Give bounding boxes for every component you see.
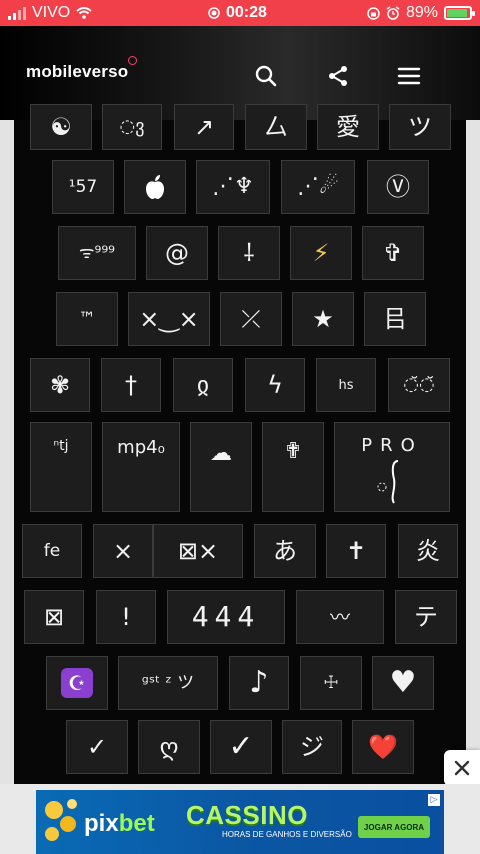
ad-brand-suffix: bet — [118, 810, 155, 837]
record-icon — [208, 7, 220, 19]
key-wing-eye[interactable]: 〰 — [296, 590, 384, 644]
close-icon — [454, 760, 470, 776]
key-yinyang[interactable]: ☯ — [30, 104, 92, 150]
status-left: VIVO — [8, 4, 92, 22]
key-hiragana-a[interactable]: あ — [254, 524, 316, 578]
right-margin — [466, 120, 480, 784]
carrier-name: VIVO — [32, 4, 71, 21]
key-box-x-2[interactable]: ⊠ — [24, 590, 84, 644]
key-pro-label: PRO — [361, 435, 423, 456]
logo-text: mobileverso — [26, 62, 129, 81]
key-katakana-te[interactable]: テ — [395, 590, 457, 644]
key-kanji-love[interactable]: 愛 — [317, 104, 379, 150]
clock: 00:28 — [226, 4, 267, 21]
lock-rotation-icon — [367, 6, 380, 20]
key-georgian-glyph[interactable]: ჲ — [173, 358, 233, 412]
battery-icon — [444, 6, 475, 20]
key-mp40[interactable]: mp4₀ — [102, 422, 180, 512]
key-swirl-2[interactable]: ⋰☄ — [281, 160, 355, 214]
ad-banner-area: pixbet CASSINO HORAS DE GANHOS E DIVERSÃ… — [0, 784, 480, 854]
share-icon[interactable] — [325, 63, 351, 89]
battery-percent: 89% — [405, 4, 438, 21]
key-sparkle-cross[interactable]: ⸸ — [218, 226, 280, 280]
key-exclaim[interactable]: ! — [96, 590, 156, 644]
left-margin — [0, 120, 14, 784]
wifi-icon — [76, 7, 92, 19]
key-444[interactable]: 444 — [167, 590, 285, 644]
key-ntj[interactable]: ⁿtj — [30, 422, 92, 512]
key-wifi-999[interactable]: ᯤ⁹⁹⁹ — [58, 226, 136, 280]
key-kanji-sho[interactable]: 㠯 — [364, 292, 426, 346]
key-at[interactable]: @ — [146, 226, 208, 280]
key-157[interactable]: ¹57 — [52, 160, 114, 214]
key-cross-small[interactable]: ✝ — [326, 524, 386, 578]
star-crescent-badge: ☪ — [61, 668, 93, 698]
ad-brand-prefix: pix — [84, 810, 119, 837]
key-star-crescent[interactable]: ☪ — [46, 656, 108, 710]
key-heart-glyph[interactable]: ღ — [138, 720, 200, 774]
apple-icon — [146, 175, 164, 199]
key-flower[interactable]: ✾ — [30, 358, 90, 412]
key-arrow-glyph[interactable]: ↗ — [174, 104, 234, 150]
ad-title: CASSINO — [186, 800, 308, 830]
key-latin-cross-1[interactable]: ✞ — [362, 226, 424, 280]
key-check-x[interactable]: ⤫ — [220, 292, 282, 346]
key-dagger[interactable]: † — [101, 358, 161, 412]
logo-mark-icon — [128, 56, 138, 65]
key-circle-glyph[interactable]: ◌ვ — [102, 104, 162, 150]
ad-cta-button[interactable]: JOGAR AGORA — [358, 816, 430, 838]
key-heart-white[interactable]: ♥ — [372, 656, 434, 710]
search-icon[interactable] — [253, 63, 279, 89]
key-hs[interactable]: hs — [316, 358, 376, 412]
key-gstz-tsu[interactable]: ᵍˢᵗ ᶻ ツ — [118, 656, 218, 710]
key-star[interactable]: ★ — [292, 292, 354, 346]
hook-glyph-icon — [377, 460, 399, 504]
key-music-note[interactable]: ♪ — [229, 656, 289, 710]
key-circled-v[interactable]: Ⓥ — [367, 160, 429, 214]
status-bar: VIVO 00:28 89% — [0, 0, 480, 26]
key-kanji-fire[interactable]: 炎 — [398, 524, 458, 578]
key-kanji-ko[interactable]: 厶 — [245, 104, 307, 150]
key-eyes[interactable]: ◌̆◌̆ — [388, 358, 450, 412]
alarm-icon — [386, 6, 400, 20]
key-katakana-tsu-1[interactable]: ツ — [389, 104, 451, 150]
key-fe[interactable]: fe — [22, 524, 82, 578]
key-apple[interactable] — [124, 160, 186, 214]
info-icon[interactable]: ▷ — [428, 794, 440, 806]
key-face-xx[interactable]: ×‿× — [128, 292, 210, 346]
menu-icon[interactable] — [396, 63, 422, 89]
key-tm[interactable]: ™ — [56, 292, 118, 346]
close-ad-button[interactable] — [444, 750, 480, 786]
status-center: 00:28 — [208, 4, 267, 22]
key-heart-red[interactable]: ❤️ — [352, 720, 414, 774]
coins-icon — [45, 799, 77, 841]
key-pro[interactable]: PRO — [334, 422, 450, 512]
key-squiggle[interactable]: ϟ — [245, 358, 305, 412]
key-check-1[interactable]: ✓ — [66, 720, 128, 774]
key-orthodox-cross[interactable]: ☩ — [300, 656, 362, 710]
ad-banner[interactable]: pixbet CASSINO HORAS DE GANHOS E DIVERSÃ… — [36, 790, 444, 854]
key-lightning[interactable]: ⚡ — [290, 226, 352, 280]
key-multiply[interactable]: × — [93, 524, 153, 578]
key-check-2[interactable]: ✓ — [210, 720, 272, 774]
status-right: 89% — [367, 4, 475, 22]
key-cloud[interactable]: ☁ — [190, 422, 252, 512]
key-katakana-ji[interactable]: ジ — [282, 720, 342, 774]
ad-brand: pixbet — [84, 810, 155, 838]
ad-subtitle: HORAS DE GANHOS E DIVERSÃO — [222, 830, 352, 839]
key-swirl-1[interactable]: ⋰♆ — [196, 160, 270, 214]
site-logo[interactable]: mobileverso — [26, 56, 138, 82]
key-box-x[interactable]: ⊠× — [153, 524, 243, 578]
signal-icon — [8, 6, 26, 20]
key-latin-cross-2[interactable]: ✟ — [262, 422, 324, 512]
